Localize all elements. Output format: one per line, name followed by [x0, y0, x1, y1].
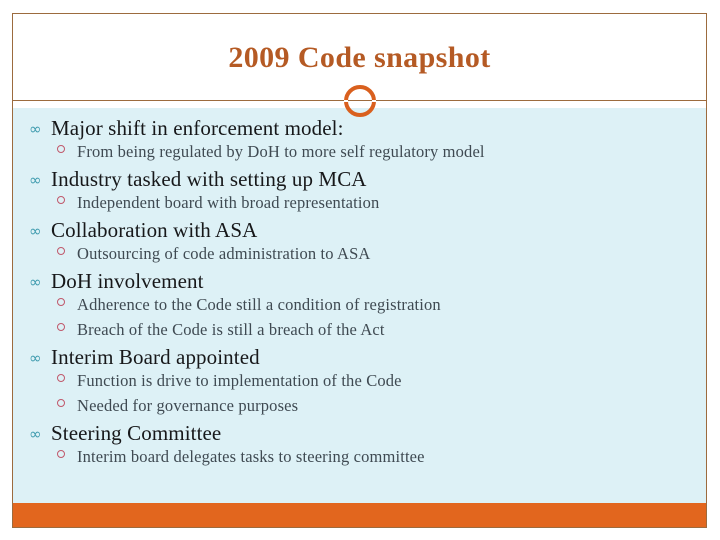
bullet-text: Industry tasked with setting up MCA [51, 167, 367, 191]
bullet-item-level2: Independent board with broad representat… [13, 193, 706, 218]
bullet-text: Interim board delegates tasks to steerin… [77, 447, 425, 466]
bullet-text: Major shift in enforcement model: [51, 116, 344, 140]
bullet-item-level1: ∞ DoH involvement [13, 269, 706, 295]
leaf-bullet-icon: ∞ [29, 171, 42, 189]
open-circle-bullet-icon [57, 399, 77, 411]
bullet-item-level2: Outsourcing of code administration to AS… [13, 244, 706, 269]
slide-body: ∞ Major shift in enforcement model: From b… [13, 108, 706, 503]
circle-ring-icon [344, 85, 376, 117]
bullet-item-level1: ∞ Collaboration with ASA [13, 218, 706, 244]
open-circle-bullet-icon [57, 247, 77, 259]
footer-accent-bar [13, 503, 706, 527]
bullet-text: Collaboration with ASA [51, 218, 258, 242]
leaf-bullet-icon: ∞ [29, 349, 42, 367]
open-circle-bullet-icon [57, 374, 77, 386]
bullet-text: From being regulated by DoH to more self… [77, 142, 485, 161]
open-circle-bullet-icon [57, 145, 77, 157]
open-circle-bullet-icon [57, 450, 77, 462]
bullet-item-level1: ∞ Industry tasked with setting up MCA [13, 167, 706, 193]
open-circle-bullet-icon [57, 298, 77, 310]
leaf-bullet-icon: ∞ [29, 273, 42, 291]
bullet-item-level2: From being regulated by DoH to more self… [13, 142, 706, 167]
bullet-item-level2: Breach of the Code is still a breach of … [13, 320, 706, 345]
bullet-text: Steering Committee [51, 421, 222, 445]
bullet-item-level2: Function is drive to implementation of t… [13, 371, 706, 396]
bullet-text: Breach of the Code is still a breach of … [77, 320, 385, 339]
bullet-item-level2: Adherence to the Code still a condition … [13, 295, 706, 320]
bullet-text: Needed for governance purposes [77, 396, 299, 415]
page-title: 2009 Code snapshot [228, 40, 491, 74]
bullet-item-level1: ∞ Major shift in enforcement model: [13, 116, 706, 142]
slide: 2009 Code snapshot ∞ Major shift in enfor… [0, 0, 720, 540]
bullet-text: Independent board with broad representat… [77, 193, 380, 212]
bullet-item-level2: Interim board delegates tasks to steerin… [13, 447, 706, 472]
bullet-text: DoH involvement [51, 269, 204, 293]
open-circle-bullet-icon [57, 196, 77, 208]
bullet-item-level1: ∞ Steering Committee [13, 421, 706, 447]
leaf-bullet-icon: ∞ [29, 222, 42, 240]
bullet-item-level1: ∞ Interim Board appointed [13, 345, 706, 371]
leaf-bullet-icon: ∞ [29, 425, 42, 443]
open-circle-bullet-icon [57, 323, 77, 335]
bullet-text: Interim Board appointed [51, 345, 260, 369]
bullet-list: ∞ Major shift in enforcement model: From b… [13, 108, 706, 472]
bullet-text: Function is drive to implementation of t… [77, 371, 402, 390]
bullet-text: Outsourcing of code administration to AS… [77, 244, 371, 263]
leaf-bullet-icon: ∞ [29, 120, 42, 138]
bullet-item-level2: Needed for governance purposes [13, 396, 706, 421]
bullet-text: Adherence to the Code still a condition … [77, 295, 441, 314]
